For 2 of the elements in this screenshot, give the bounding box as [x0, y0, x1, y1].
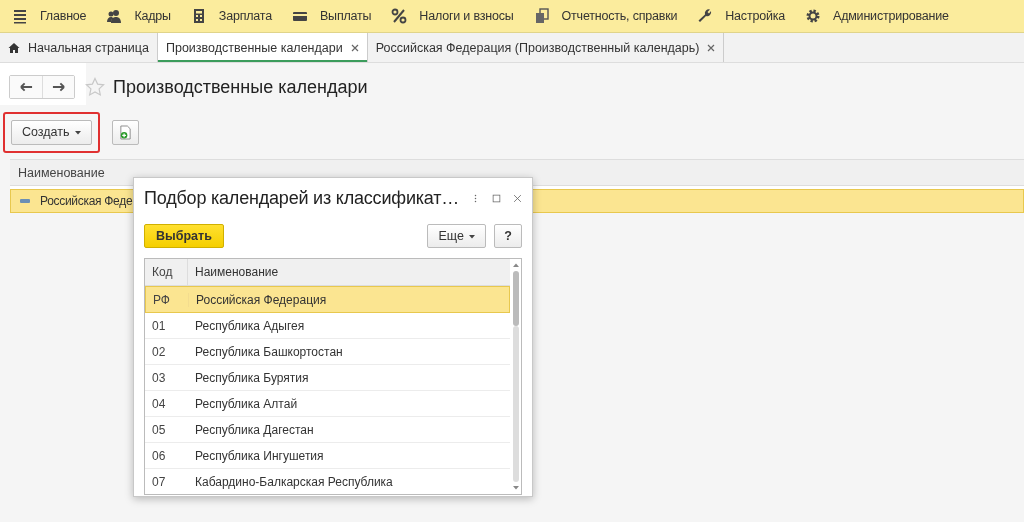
page-title: Производственные календари: [113, 76, 368, 98]
dialog-title: Подбор календарей из классификат…: [144, 187, 460, 209]
